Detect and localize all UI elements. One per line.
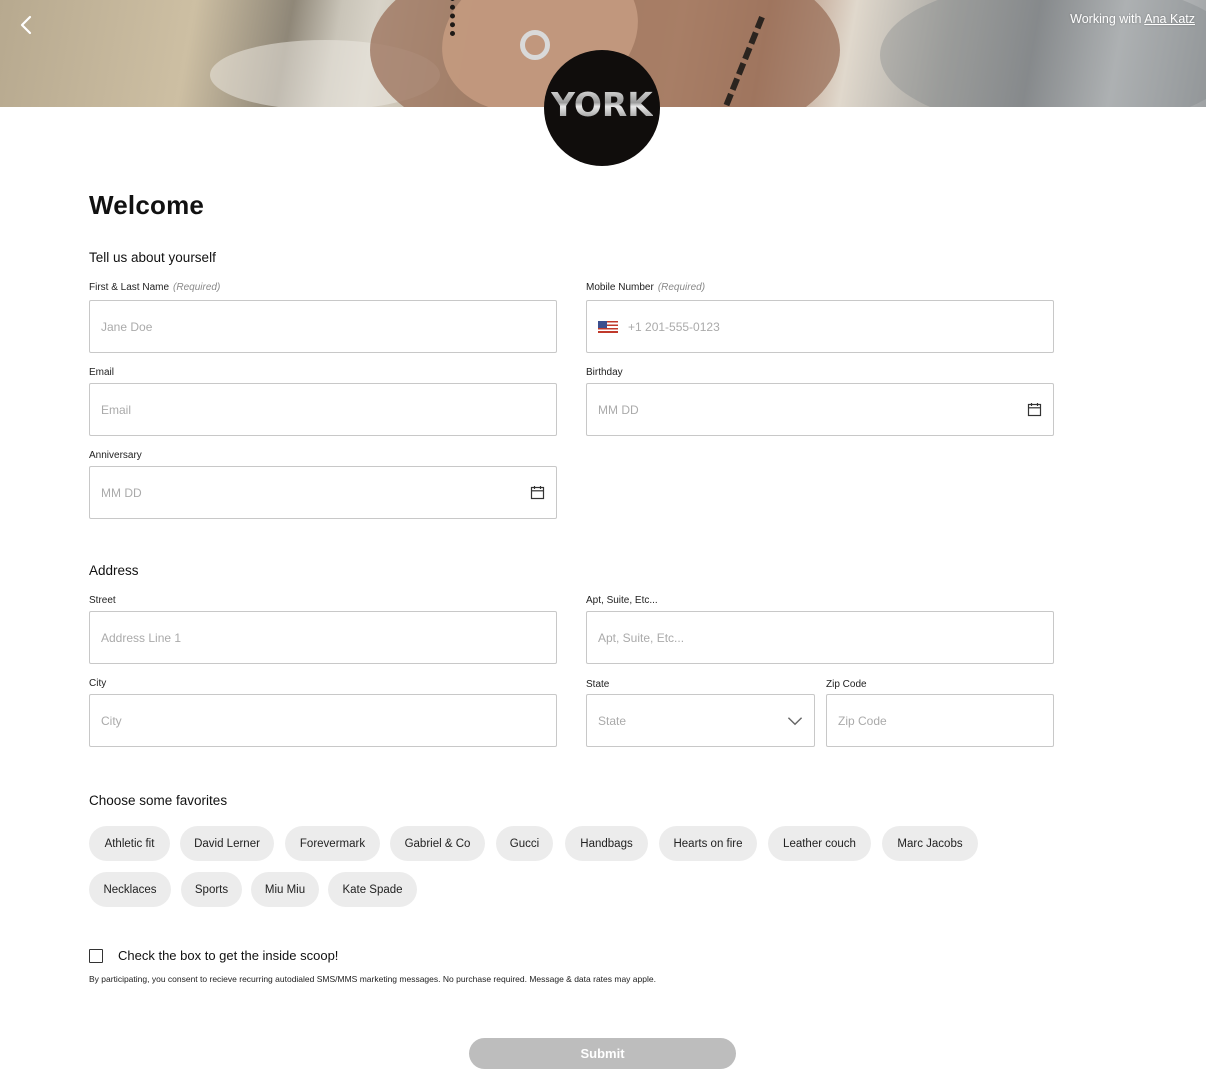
name-label-text: First & Last Name xyxy=(89,282,170,293)
street-field[interactable]: Address Line 1 xyxy=(89,611,557,664)
state-label: State xyxy=(586,679,610,690)
favorite-chip[interactable]: Hearts on fire xyxy=(659,826,757,861)
favorite-chip[interactable]: Necklaces xyxy=(89,872,171,907)
hero-ring xyxy=(520,30,550,60)
calendar-icon[interactable] xyxy=(529,485,545,501)
us-flag-icon[interactable] xyxy=(598,320,618,333)
city-placeholder: City xyxy=(101,713,122,728)
apt-placeholder: Apt, Suite, Etc... xyxy=(598,630,685,645)
favorite-chip[interactable]: Athletic fit xyxy=(89,826,170,861)
favorite-chip[interactable]: Kate Spade xyxy=(328,872,417,907)
back-button[interactable] xyxy=(14,12,38,38)
favorite-chip[interactable]: Sports xyxy=(181,872,242,907)
city-label: City xyxy=(89,678,107,689)
favorite-chip[interactable]: Miu Miu xyxy=(251,872,319,907)
apt-field[interactable]: Apt, Suite, Etc... xyxy=(586,611,1054,664)
email-placeholder: Email xyxy=(101,402,132,417)
street-label: Street xyxy=(89,595,116,606)
anniversary-field[interactable]: MM DD xyxy=(89,466,557,519)
consent-label: Check the box to get the inside scoop! xyxy=(118,948,339,963)
favorites-heading: Choose some favorites xyxy=(89,793,228,808)
email-label: Email xyxy=(89,367,115,378)
brand-logo-text: YORK xyxy=(551,84,653,124)
hero-bracelet xyxy=(450,0,476,36)
favorite-chip[interactable]: Gucci xyxy=(496,826,553,861)
anniversary-label: Anniversary xyxy=(89,450,142,461)
name-label: First & Last Name (Required) xyxy=(89,282,220,293)
zip-field[interactable]: Zip Code xyxy=(826,694,1054,747)
street-placeholder: Address Line 1 xyxy=(101,630,182,645)
about-heading: Tell us about yourself xyxy=(89,250,216,265)
city-field[interactable]: City xyxy=(89,694,557,747)
name-field[interactable]: Jane Doe xyxy=(89,300,557,353)
favorite-chip[interactable]: Leather couch xyxy=(768,826,871,861)
mobile-label: Mobile Number (Required) xyxy=(586,282,705,293)
favorite-chip[interactable]: Handbags xyxy=(565,826,648,861)
consent-checkbox[interactable] xyxy=(89,948,103,963)
chevron-left-icon xyxy=(20,15,32,35)
name-required: (Required) xyxy=(173,282,221,293)
favorite-chip[interactable]: David Lerner xyxy=(180,826,274,861)
working-with: Working with Ana Katz xyxy=(1070,12,1195,26)
email-field[interactable]: Email xyxy=(89,383,557,436)
mobile-label-text: Mobile Number xyxy=(586,282,654,293)
page-title: Welcome xyxy=(89,190,205,220)
mobile-required: (Required) xyxy=(657,282,706,293)
zip-placeholder: Zip Code xyxy=(838,713,887,728)
birthday-label: Birthday xyxy=(586,367,623,378)
name-placeholder: Jane Doe xyxy=(101,319,153,334)
working-with-prefix: Working with xyxy=(1070,12,1145,26)
anniversary-placeholder: MM DD xyxy=(101,485,142,500)
consent-row: Check the box to get the inside scoop! xyxy=(89,948,338,963)
mobile-field[interactable]: +1 201-555-0123 xyxy=(586,300,1054,353)
calendar-icon[interactable] xyxy=(1026,402,1042,418)
favorite-chip[interactable]: Marc Jacobs xyxy=(882,826,978,861)
state-placeholder: State xyxy=(598,713,627,728)
state-select[interactable]: State xyxy=(586,694,815,747)
zip-label: Zip Code xyxy=(826,679,867,690)
birthday-field[interactable]: MM DD xyxy=(586,383,1054,436)
brand-logo: YORK xyxy=(544,50,660,166)
consent-fineprint: By participating, you consent to recieve… xyxy=(89,974,656,984)
chevron-down-icon xyxy=(787,713,803,729)
favorite-chip[interactable]: Forevermark xyxy=(285,826,380,861)
address-heading: Address xyxy=(89,563,139,578)
mobile-placeholder: +1 201-555-0123 xyxy=(628,319,720,334)
apt-label: Apt, Suite, Etc... xyxy=(586,595,658,606)
associate-link[interactable]: Ana Katz xyxy=(1144,12,1195,26)
birthday-placeholder: MM DD xyxy=(598,402,639,417)
submit-button[interactable]: Submit xyxy=(469,1038,736,1069)
favorite-chip[interactable]: Gabriel & Co xyxy=(390,826,485,861)
